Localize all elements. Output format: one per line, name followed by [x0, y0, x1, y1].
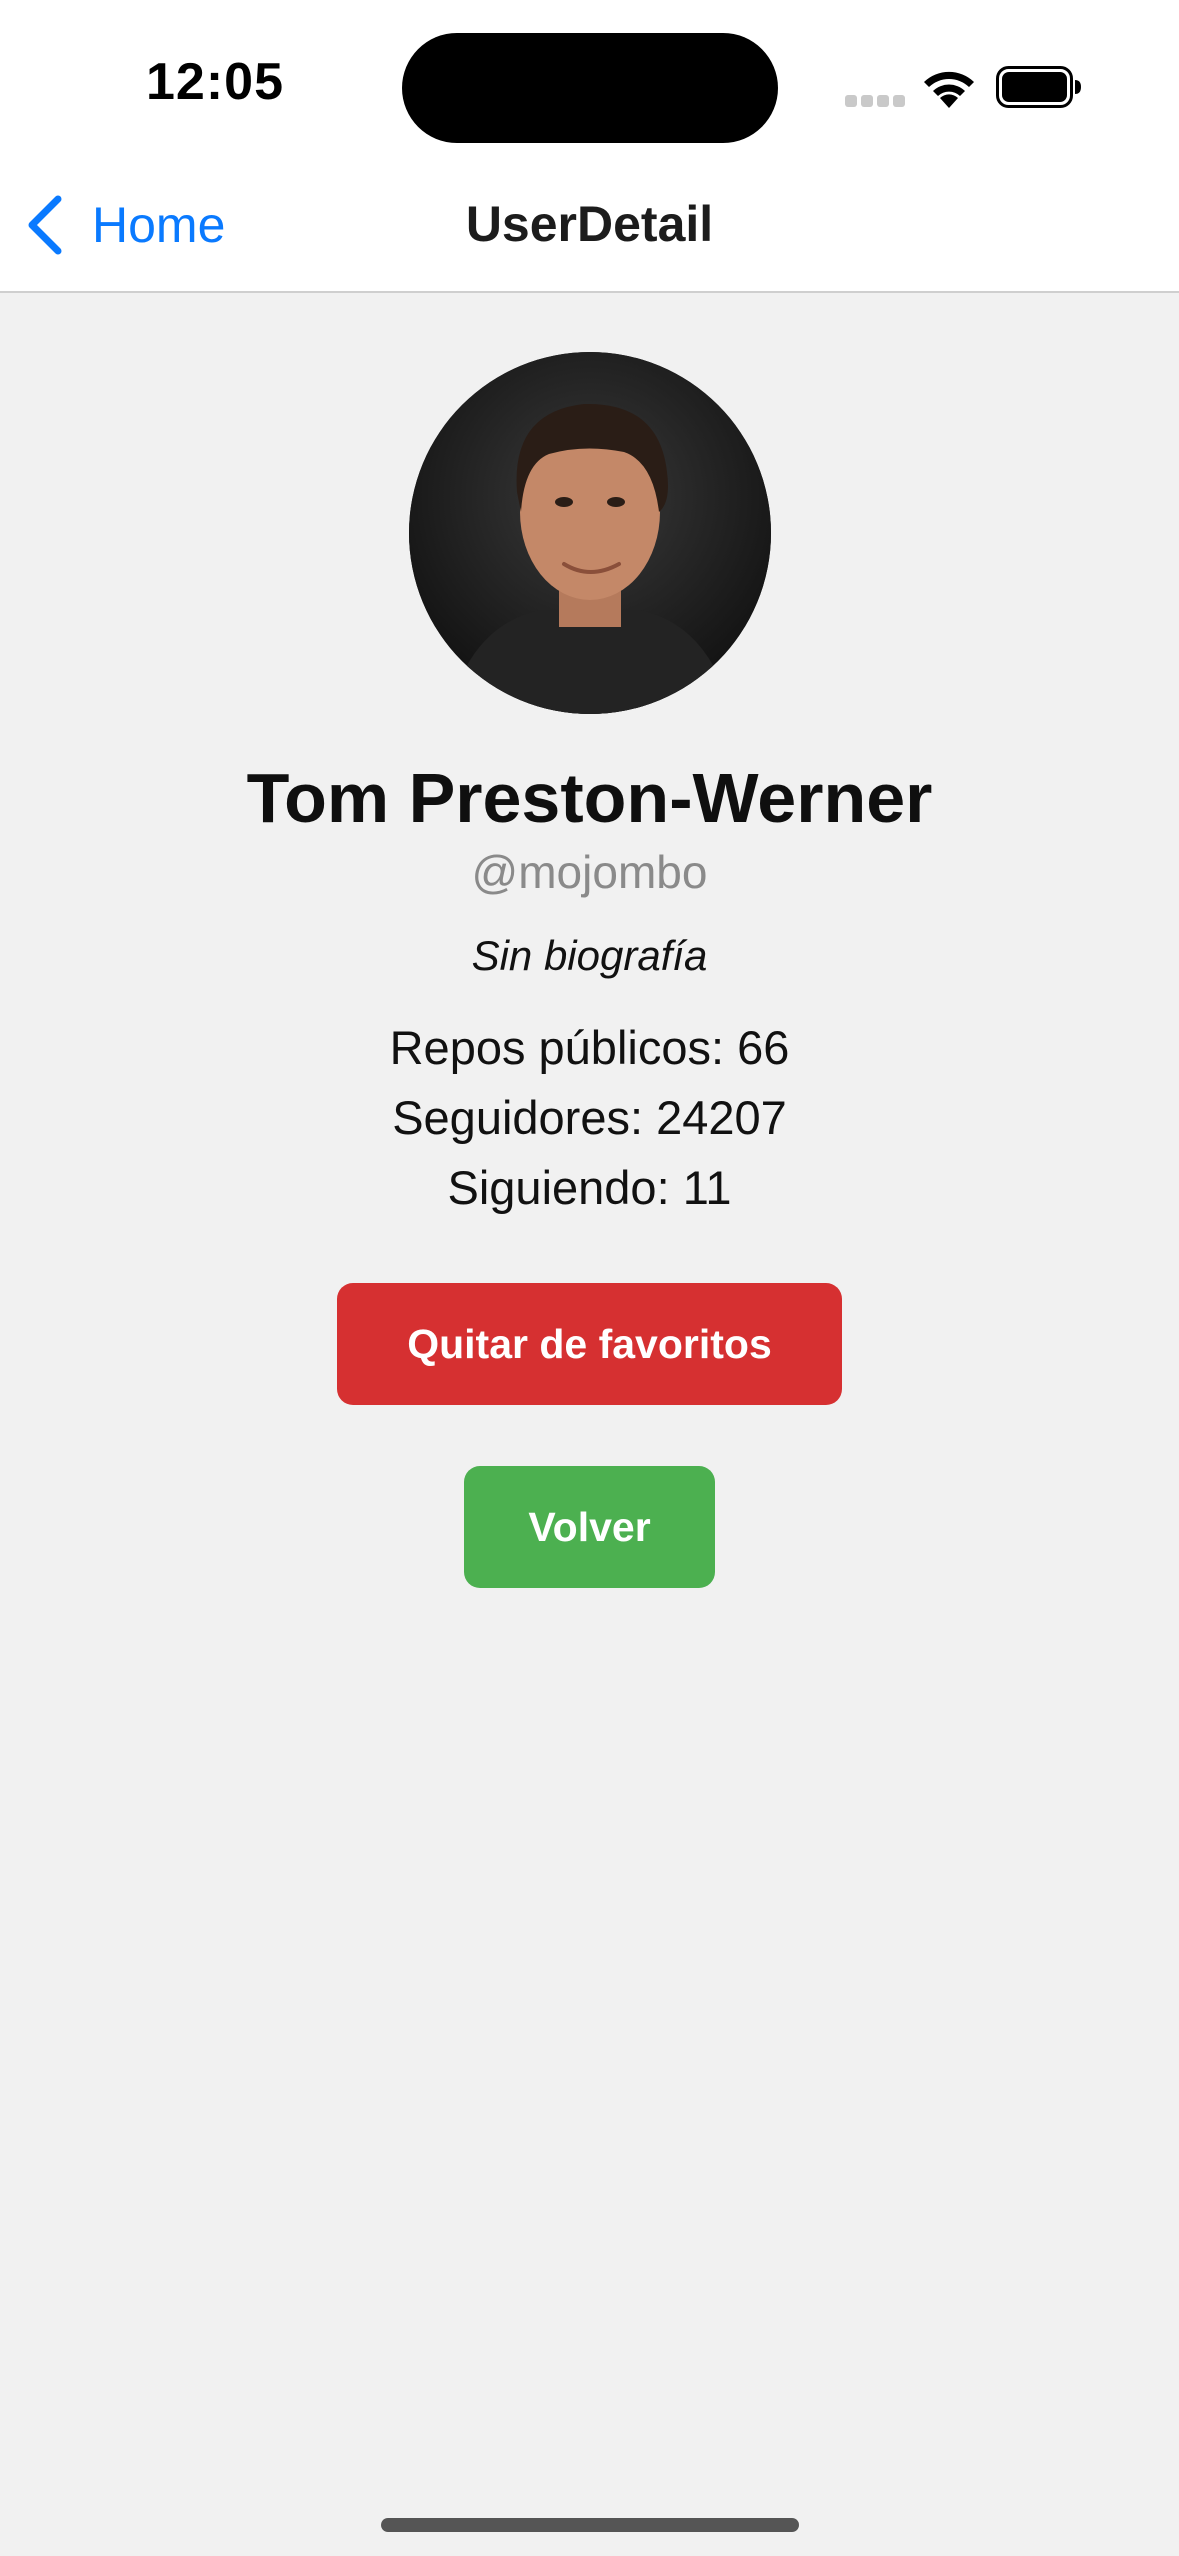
status-time: 12:05: [146, 53, 284, 111]
user-login: @mojombo: [471, 846, 708, 898]
home-indicator: [381, 2518, 799, 2532]
user-name: Tom Preston-Werner: [246, 759, 933, 837]
dynamic-island: [402, 33, 778, 143]
stat-label: Siguiendo:: [447, 1161, 683, 1214]
back-action-button[interactable]: Volver: [464, 1466, 715, 1588]
stat-label: Seguidores:: [392, 1091, 657, 1144]
remove-favorite-button[interactable]: Quitar de favoritos: [337, 1283, 842, 1405]
stat-label: Repos públicos:: [389, 1021, 738, 1074]
stat-followers: Seguidores: 24207: [0, 1090, 1179, 1145]
avatar: [409, 352, 771, 714]
battery-icon: [996, 66, 1082, 108]
stat-value: 24207: [656, 1091, 787, 1144]
stat-following: Siguiendo: 11: [0, 1160, 1179, 1215]
stat-value: 66: [737, 1021, 790, 1074]
user-bio: Sin biografía: [471, 932, 708, 979]
stat-public-repos: Repos públicos: 66: [0, 1020, 1179, 1075]
stat-value: 11: [682, 1161, 732, 1214]
user-detail-screen: 12:05 Home UserDetail Tom Preston-Werner…: [0, 0, 1179, 2556]
page-title: UserDetail: [465, 196, 714, 252]
signal-icon: [845, 95, 905, 109]
top-bar: 12:05 Home UserDetail: [0, 0, 1179, 293]
wifi-icon: [920, 64, 978, 112]
